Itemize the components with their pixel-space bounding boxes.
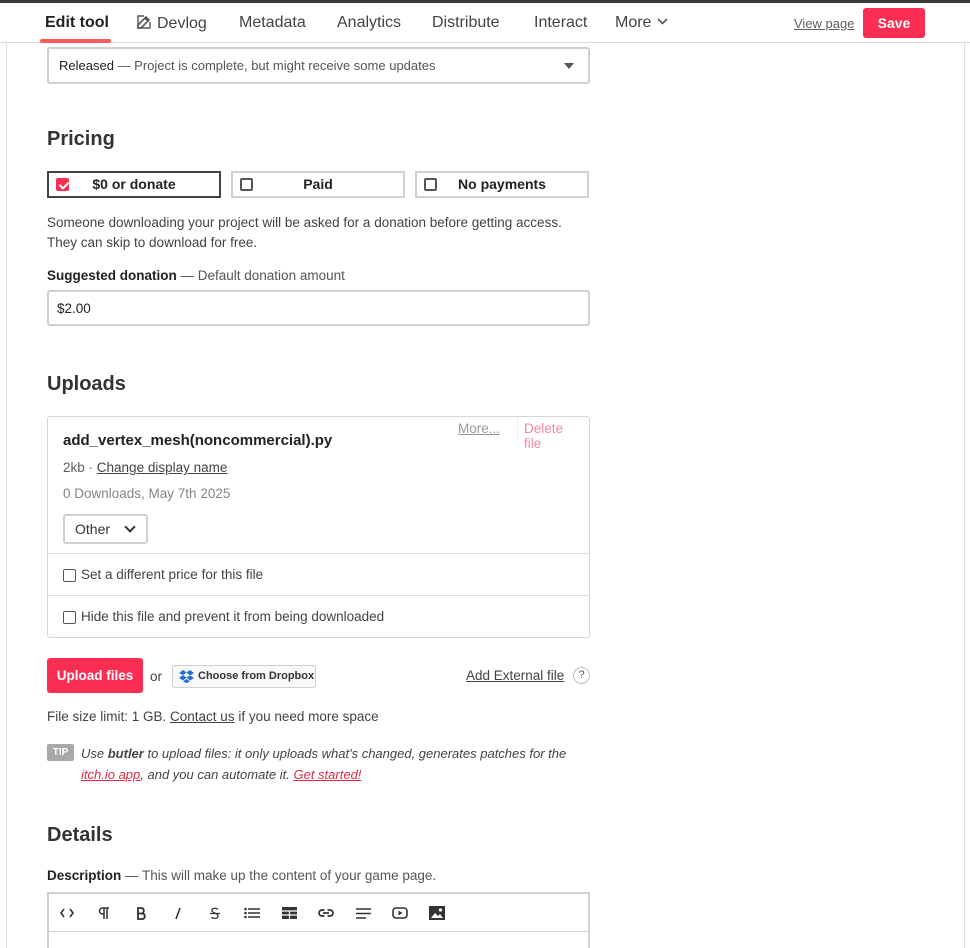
chevron-down-icon <box>124 521 136 533</box>
tab-analytics[interactable]: Analytics <box>337 14 401 32</box>
price-option-paid[interactable]: Paid <box>231 171 405 198</box>
description-hint: — This will make up the content of your … <box>121 868 437 883</box>
price-option-label: Paid <box>303 176 333 192</box>
release-status-description: — Project is complete, but might receive… <box>113 58 436 73</box>
tab-distribute[interactable]: Distribute <box>432 14 500 32</box>
suggested-donation-label: Suggested donation — Default donation am… <box>47 268 345 283</box>
upload-file-card: add_vertex_mesh(noncommercial).py More..… <box>47 416 590 638</box>
tab-edit-tool[interactable]: Edit tool <box>45 14 109 32</box>
tip-part-2: to upload files: it only uploads what's … <box>143 746 567 761</box>
table-icon[interactable] <box>271 894 307 932</box>
details-heading: Details <box>47 824 113 846</box>
file-size: 2kb <box>63 460 85 475</box>
tab-devlog-label: Devlog <box>157 15 207 32</box>
butler-tip-text: Use butler to upload files: it only uplo… <box>81 743 593 785</box>
contact-us-link[interactable]: Contact us <box>170 709 235 724</box>
choose-from-dropbox-button[interactable]: Choose from Dropbox <box>172 665 316 688</box>
release-status-select[interactable]: Released — Project is complete, but migh… <box>47 47 590 84</box>
price-option-label: $0 or donate <box>92 176 176 192</box>
link-icon[interactable] <box>308 894 344 932</box>
file-meta-separator: · <box>84 460 97 475</box>
suggested-donation-input[interactable] <box>47 290 590 326</box>
tab-interact[interactable]: Interact <box>534 14 587 32</box>
tip-badge: TIP <box>47 744 74 761</box>
price-option-label: No payments <box>458 176 546 192</box>
help-icon[interactable]: ? <box>573 667 590 684</box>
checkbox-icon[interactable] <box>63 569 76 582</box>
tab-more-label: More <box>615 14 652 31</box>
uploads-heading: Uploads <box>47 373 126 395</box>
file-hide-option-label: Hide this file and prevent it from being… <box>81 609 385 624</box>
tip-part-3: , and you can automate it. <box>140 767 294 782</box>
release-status-value: Released <box>59 58 114 73</box>
paragraph-icon[interactable] <box>86 894 122 932</box>
get-started-link[interactable]: Get started! <box>293 767 361 782</box>
content-border-left <box>6 42 7 948</box>
add-external-file-link[interactable]: Add External file <box>466 668 564 683</box>
file-type-select[interactable]: Other <box>63 514 148 544</box>
strikethrough-icon[interactable] <box>197 894 233 932</box>
video-icon[interactable] <box>382 894 418 932</box>
or-separator: or <box>150 669 163 684</box>
limit-prefix: File size limit: 1 GB. <box>47 709 171 724</box>
file-type-value: Other <box>75 521 111 537</box>
save-button[interactable]: Save <box>863 8 925 38</box>
content-border-right <box>964 42 965 948</box>
editor-toolbar <box>49 894 588 932</box>
tab-more[interactable]: More <box>615 14 669 32</box>
pricing-help-line-1: Someone downloading your project will be… <box>47 215 562 230</box>
price-option-free-donate[interactable]: $0 or donate <box>47 171 221 198</box>
pricing-heading: Pricing <box>47 128 115 150</box>
caret-down-icon <box>564 63 574 69</box>
upload-files-button[interactable]: Upload files <box>47 658 143 693</box>
bold-icon[interactable] <box>123 894 159 932</box>
edit-icon <box>137 15 151 29</box>
code-icon[interactable] <box>49 894 85 932</box>
top-nav: Edit tool Devlog Metadata Analytics Dist… <box>0 3 970 43</box>
tab-metadata[interactable]: Metadata <box>239 14 306 32</box>
file-downloads-info: 0 Downloads, May 7th 2025 <box>63 486 231 501</box>
checkbox-icon[interactable] <box>63 611 76 624</box>
bullet-list-icon[interactable] <box>234 894 270 932</box>
change-display-name-link[interactable]: Change display name <box>97 460 228 475</box>
suggested-donation-title: Suggested donation <box>47 268 177 283</box>
file-hide-option-row[interactable]: Hide this file and prevent it from being… <box>48 595 589 637</box>
checkbox-icon <box>240 178 253 191</box>
price-option-no-payments[interactable]: No payments <box>415 171 589 198</box>
tab-devlog[interactable]: Devlog <box>136 14 207 33</box>
delete-file-button[interactable]: Delete file <box>517 417 590 451</box>
tip-part-1: Use <box>81 746 108 761</box>
dropbox-label: Choose from Dropbox <box>198 670 315 682</box>
description-title: Description <box>47 868 122 883</box>
file-size-limit-text: File size limit: 1 GB. Contact us if you… <box>47 709 379 724</box>
file-price-option-label: Set a different price for this file <box>81 567 264 582</box>
checkbox-icon <box>424 178 437 191</box>
file-more-link[interactable]: More... <box>458 421 500 436</box>
checkbox-checked-icon <box>56 178 69 191</box>
description-label: Description — This will make up the cont… <box>47 868 436 883</box>
view-page-link[interactable]: View page <box>794 16 854 31</box>
align-icon[interactable] <box>345 894 381 932</box>
file-meta: 2kb · Change display name <box>63 460 227 475</box>
description-editor[interactable] <box>47 892 590 948</box>
active-tab-indicator <box>40 39 111 43</box>
itch-app-link[interactable]: itch.io app <box>81 767 140 782</box>
image-icon[interactable] <box>419 894 455 932</box>
limit-suffix: if you need more space <box>234 709 379 724</box>
file-price-option-row[interactable]: Set a different price for this file <box>48 553 589 595</box>
pricing-help-text: Someone downloading your project will be… <box>47 213 592 253</box>
suggested-donation-hint: — Default donation amount <box>176 268 345 283</box>
dropbox-icon <box>179 670 194 683</box>
italic-icon[interactable] <box>160 894 196 932</box>
butler-keyword: butler <box>107 746 144 761</box>
chevron-down-icon <box>657 18 669 25</box>
file-name: add_vertex_mesh(noncommercial).py <box>63 432 333 449</box>
pricing-help-line-2: They can skip to download for free. <box>47 235 258 250</box>
